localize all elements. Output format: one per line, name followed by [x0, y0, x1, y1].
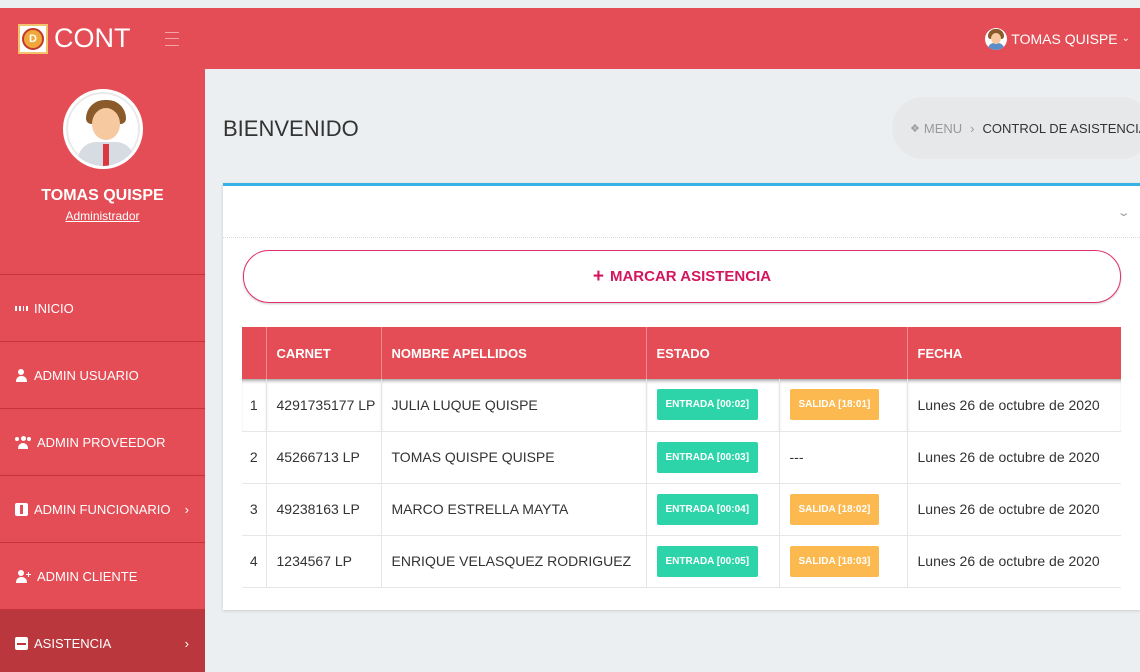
fecha-cell: Lunes 26 de octubre de 2020 [917, 501, 1100, 517]
user-dropdown[interactable]: TOMAS QUISPE ⌄ [985, 27, 1130, 50]
table-header-row: CARNET NOMBRE APELLIDOS ESTADO FECHA [242, 327, 1121, 379]
sidebar-item-label: ADMIN PROVEEDOR [37, 434, 166, 450]
salida-cell: --- [779, 431, 908, 483]
carnet-cell: 4291735177 LP [266, 379, 382, 431]
hamburger-menu-icon[interactable] [164, 31, 179, 46]
entrada-badge: ENTRADA [00:04] [656, 493, 759, 525]
col-header-nombre: NOMBRE APELLIDOS [381, 327, 647, 379]
col-header-fecha: FECHA [917, 345, 963, 361]
col-header-carnet: CARNET [266, 327, 382, 379]
plus-icon: + [592, 265, 604, 287]
chevron-right-icon: › [184, 501, 189, 517]
breadcrumb-separator: › [970, 120, 975, 136]
table-row: 4 1234567 LP ENRIQUE VELASQUEZ RODRIGUEZ… [242, 535, 1121, 587]
attendance-table: CARNET NOMBRE APELLIDOS ESTADO FECHA 1 4… [242, 327, 1121, 588]
entrada-cell: ENTRADA [00:02] [646, 379, 780, 431]
home-icon: ❖ [910, 122, 920, 135]
col-header-number [242, 327, 267, 379]
breadcrumb: ❖ MENU › CONTROL DE ASISTENCIA [892, 97, 1140, 159]
sidebar-item-admin-usuario[interactable]: ADMIN USUARIO [0, 342, 205, 409]
entrada-badge: ENTRADA [00:02] [656, 389, 759, 421]
fecha-cell: Lunes 26 de octubre de 2020 [917, 449, 1100, 465]
row-number: 3 [242, 483, 267, 535]
entrada-badge: ENTRADA [00:03] [656, 441, 759, 473]
salida-badge: SALIDA [18:02] [789, 493, 880, 525]
row-number: 4 [242, 535, 267, 587]
user-name: TOMAS QUISPE [1011, 30, 1118, 47]
fecha-cell: Lunes 26 de octubre de 2020 [907, 379, 1121, 431]
user-icon [15, 368, 28, 382]
table-row: 2 45266713 LP TOMAS QUISPE QUISPE ENTRAD… [242, 431, 1121, 483]
nombre-cell: TOMAS QUISPE QUISPE [381, 431, 647, 483]
row-number: 1 [242, 379, 267, 431]
chevron-down-icon: ⌄ [1121, 33, 1130, 44]
brand-name: CONT [54, 23, 131, 53]
carnet-cell: 1234567 LP [266, 535, 382, 587]
chevron-right-icon: › [184, 635, 189, 651]
profile-avatar [62, 89, 143, 169]
sidebar-item-label: ASISTENCIA [34, 635, 112, 651]
sidebar-item-inicio[interactable]: INICIO [0, 275, 205, 342]
panel-header: ⌄ [223, 186, 1140, 238]
brand[interactable]: D CONT [0, 8, 205, 69]
carnet-cell: 45266713 LP [266, 431, 382, 483]
profile-role-link[interactable]: Administrador [0, 209, 205, 223]
salida-badge: SALIDA [18:01] [789, 389, 880, 421]
sidebar-item-label: ADMIN USUARIO [34, 367, 139, 383]
sidebar: TOMAS QUISPE Administrador INICIO ADMIN … [0, 69, 205, 672]
table-row: 1 4291735177 LP JULIA LUQUE QUISPE ENTRA… [242, 379, 1121, 431]
salida-cell: SALIDA [18:03] [779, 535, 908, 587]
breadcrumb-menu-link[interactable]: MENU [924, 121, 962, 136]
nombre-cell: MARCO ESTRELLA MAYTA [381, 483, 647, 535]
avatar [985, 27, 1008, 50]
breadcrumb-current: CONTROL DE ASISTENCIA [982, 120, 1140, 136]
profile-name: TOMAS QUISPE [41, 187, 164, 204]
briefcase-icon [15, 502, 28, 516]
col-header-estado: ESTADO [646, 327, 908, 379]
nombre-cell: JULIA LUQUE QUISPE [381, 379, 647, 431]
shield-logo-icon: D [18, 23, 48, 54]
sidebar-item-admin-proveedor[interactable]: ADMIN PROVEEDOR [0, 409, 205, 476]
mark-attendance-label: MARCAR ASISTENCIA [609, 268, 772, 285]
user-plus-icon [15, 569, 31, 583]
row-number: 2 [242, 431, 267, 483]
salida-cell: SALIDA [18:01] [779, 379, 908, 431]
mark-attendance-button[interactable]: + MARCAR ASISTENCIA [243, 250, 1121, 303]
sidebar-item-label: INICIO [34, 300, 74, 316]
entrada-cell: ENTRADA [00:05] [646, 535, 780, 587]
page-title: BIENVENIDO [223, 116, 359, 141]
sidebar-item-asistencia[interactable]: ASISTENCIA › [0, 610, 205, 672]
salida-badge: SALIDA [18:03] [789, 545, 880, 577]
sidebar-item-admin-funcionario[interactable]: ADMIN FUNCIONARIO › [0, 476, 205, 543]
entrada-cell: ENTRADA [00:03] [646, 431, 780, 483]
collapse-chevron-icon[interactable]: ⌄ [1116, 206, 1130, 219]
attendance-panel: ⌄ + MARCAR ASISTENCIA CARNET NOMBRE APEL… [223, 183, 1140, 610]
top-navbar: D CONT TOMAS QUISPE ⌄ [0, 8, 1140, 69]
salida-cell: SALIDA [18:02] [779, 483, 908, 535]
sidebar-item-label: ADMIN FUNCIONARIO [34, 501, 171, 517]
entrada-badge: ENTRADA [00:05] [656, 545, 759, 577]
sidebar-item-admin-cliente[interactable]: ADMIN CLIENTE [0, 543, 205, 610]
users-icon [15, 435, 31, 449]
dashboard-icon [15, 302, 28, 315]
table-row: 3 49238163 LP MARCO ESTRELLA MAYTA ENTRA… [242, 483, 1121, 535]
profile-panel: TOMAS QUISPE Administrador [0, 69, 205, 275]
fecha-cell: Lunes 26 de octubre de 2020 [917, 553, 1100, 569]
sidebar-item-label: ADMIN CLIENTE [37, 568, 138, 584]
carnet-cell: 49238163 LP [266, 483, 382, 535]
nombre-cell: ENRIQUE VELASQUEZ RODRIGUEZ [381, 535, 647, 587]
entrada-cell: ENTRADA [00:04] [646, 483, 780, 535]
id-card-icon [15, 636, 28, 650]
